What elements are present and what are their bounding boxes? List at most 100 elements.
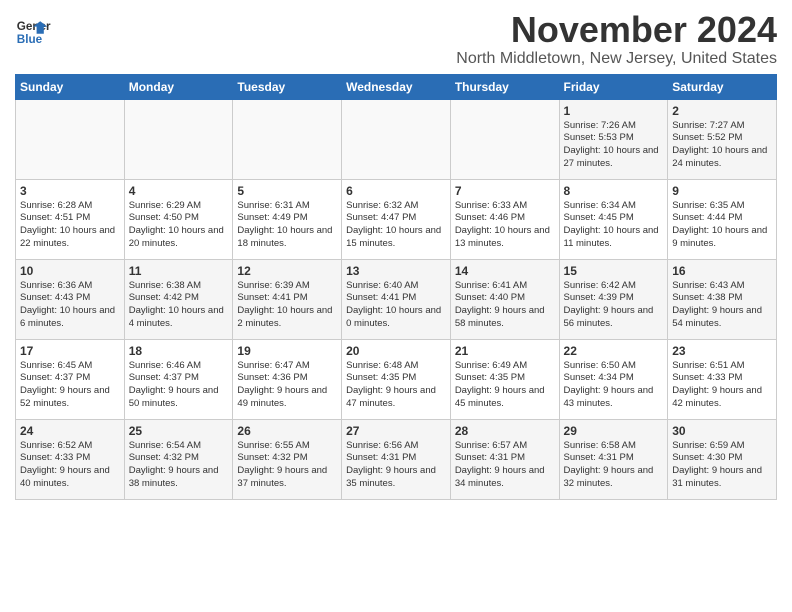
- calendar-cell: 13Sunrise: 6:40 AM Sunset: 4:41 PM Dayli…: [342, 259, 451, 339]
- day-number: 9: [672, 184, 772, 198]
- day-number: 21: [455, 344, 555, 358]
- calendar-week-row: 10 Sunrise: 6:36 AM Sunset: 4:43 PM Dayli…: [16, 259, 777, 339]
- weekday-header-row: SundayMondayTuesdayWednesdayThursdayFrid…: [16, 74, 777, 99]
- day-info: Sunrise: 6:41 AM Sunset: 4:40 PM Dayligh…: [455, 280, 555, 331]
- calendar-cell: 12 Sunrise: 6:39 AM Sunset: 4:41 PM Dayli…: [233, 259, 342, 339]
- calendar-week-row: 17 Sunrise: 6:45 AM Sunset: 4:37 PM Dayli…: [16, 339, 777, 419]
- day-number: 14: [455, 264, 555, 278]
- day-number: 10: [20, 264, 120, 278]
- weekday-header-sunday: Sunday: [16, 74, 125, 99]
- day-number: 12: [237, 264, 337, 278]
- day-info: Sunrise: 6:57 AM Sunset: 4:31 PM Dayligh…: [455, 440, 555, 491]
- day-info: Sunrise: 6:34 AM Sunset: 4:45 PM Dayligh…: [564, 200, 664, 251]
- day-number: 7: [455, 184, 555, 198]
- calendar-cell: 28 Sunrise: 6:57 AM Sunset: 4:31 PM Dayli…: [450, 419, 559, 499]
- day-number: 23: [672, 344, 772, 358]
- day-number: 15: [564, 264, 664, 278]
- calendar-cell: 7 Sunrise: 6:33 AM Sunset: 4:46 PM Daylig…: [450, 179, 559, 259]
- day-info: Sunrise: 6:59 AM Sunset: 4:30 PM Dayligh…: [672, 440, 772, 491]
- day-info: Sunrise: 6:39 AM Sunset: 4:41 PM Dayligh…: [237, 280, 337, 331]
- calendar-cell: 21 Sunrise: 6:49 AM Sunset: 4:35 PM Dayli…: [450, 339, 559, 419]
- header: General Blue November 2024 North Middlet…: [15, 10, 777, 68]
- calendar-cell: [124, 99, 233, 179]
- calendar-cell: 9 Sunrise: 6:35 AM Sunset: 4:44 PM Daylig…: [668, 179, 777, 259]
- day-number: 17: [20, 344, 120, 358]
- calendar-cell: [233, 99, 342, 179]
- day-info: Sunrise: 6:42 AM Sunset: 4:39 PM Dayligh…: [564, 280, 664, 331]
- day-info: Sunrise: 6:40 AM Sunset: 4:41 PM Dayligh…: [346, 280, 446, 331]
- calendar-cell: 15 Sunrise: 6:42 AM Sunset: 4:39 PM Dayli…: [559, 259, 668, 339]
- day-number: 24: [20, 424, 120, 438]
- svg-text:Blue: Blue: [17, 33, 43, 46]
- day-number: 4: [129, 184, 229, 198]
- day-info: Sunrise: 6:52 AM Sunset: 4:33 PM Dayligh…: [20, 440, 120, 491]
- day-number: 30: [672, 424, 772, 438]
- day-number: 20: [346, 344, 446, 358]
- day-info: Sunrise: 6:32 AM Sunset: 4:47 PM Dayligh…: [346, 200, 446, 251]
- title-area: November 2024 North Middletown, New Jers…: [456, 10, 777, 68]
- calendar-cell: 19Sunrise: 6:47 AM Sunset: 4:36 PM Dayli…: [233, 339, 342, 419]
- day-info: Sunrise: 6:29 AM Sunset: 4:50 PM Dayligh…: [129, 200, 229, 251]
- day-number: 28: [455, 424, 555, 438]
- weekday-header-saturday: Saturday: [668, 74, 777, 99]
- day-info: Sunrise: 6:58 AM Sunset: 4:31 PM Dayligh…: [564, 440, 664, 491]
- day-info: Sunrise: 6:51 AM Sunset: 4:33 PM Dayligh…: [672, 360, 772, 411]
- logo: General Blue: [15, 10, 51, 50]
- calendar-cell: 10 Sunrise: 6:36 AM Sunset: 4:43 PM Dayli…: [16, 259, 125, 339]
- day-info: Sunrise: 6:33 AM Sunset: 4:46 PM Dayligh…: [455, 200, 555, 251]
- day-info: Sunrise: 6:38 AM Sunset: 4:42 PM Dayligh…: [129, 280, 229, 331]
- day-info: Sunrise: 6:46 AM Sunset: 4:37 PM Dayligh…: [129, 360, 229, 411]
- day-number: 8: [564, 184, 664, 198]
- calendar-cell: 17 Sunrise: 6:45 AM Sunset: 4:37 PM Dayli…: [16, 339, 125, 419]
- day-info: Sunrise: 6:48 AM Sunset: 4:35 PM Dayligh…: [346, 360, 446, 411]
- day-info: Sunrise: 6:47 AM Sunset: 4:36 PM Dayligh…: [237, 360, 337, 411]
- calendar-cell: 18 Sunrise: 6:46 AM Sunset: 4:37 PM Dayli…: [124, 339, 233, 419]
- day-info: Sunrise: 6:50 AM Sunset: 4:34 PM Dayligh…: [564, 360, 664, 411]
- calendar-cell: 25Sunrise: 6:54 AM Sunset: 4:32 PM Dayli…: [124, 419, 233, 499]
- day-number: 2: [672, 104, 772, 118]
- calendar-cell: 8 Sunrise: 6:34 AM Sunset: 4:45 PM Daylig…: [559, 179, 668, 259]
- weekday-header-friday: Friday: [559, 74, 668, 99]
- logo-icon: General Blue: [15, 14, 51, 50]
- calendar-cell: 27 Sunrise: 6:56 AM Sunset: 4:31 PM Dayli…: [342, 419, 451, 499]
- day-number: 16: [672, 264, 772, 278]
- calendar-cell: 14 Sunrise: 6:41 AM Sunset: 4:40 PM Dayli…: [450, 259, 559, 339]
- day-info: Sunrise: 6:56 AM Sunset: 4:31 PM Dayligh…: [346, 440, 446, 491]
- calendar-cell: 22Sunrise: 6:50 AM Sunset: 4:34 PM Dayli…: [559, 339, 668, 419]
- calendar-week-row: 3 Sunrise: 6:28 AM Sunset: 4:51 PM Daylig…: [16, 179, 777, 259]
- calendar-cell: [342, 99, 451, 179]
- day-info: Sunrise: 6:55 AM Sunset: 4:32 PM Dayligh…: [237, 440, 337, 491]
- day-info: Sunrise: 6:49 AM Sunset: 4:35 PM Dayligh…: [455, 360, 555, 411]
- calendar-cell: 2 Sunrise: 7:27 AM Sunset: 5:52 PM Daylig…: [668, 99, 777, 179]
- day-info: Sunrise: 6:31 AM Sunset: 4:49 PM Dayligh…: [237, 200, 337, 251]
- day-info: Sunrise: 6:28 AM Sunset: 4:51 PM Dayligh…: [20, 200, 120, 251]
- day-number: 11: [129, 264, 229, 278]
- day-number: 18: [129, 344, 229, 358]
- calendar-week-row: 1Sunrise: 7:26 AM Sunset: 5:53 PM Daylig…: [16, 99, 777, 179]
- day-number: 3: [20, 184, 120, 198]
- day-info: Sunrise: 7:27 AM Sunset: 5:52 PM Dayligh…: [672, 120, 772, 171]
- day-info: Sunrise: 6:54 AM Sunset: 4:32 PM Dayligh…: [129, 440, 229, 491]
- day-number: 27: [346, 424, 446, 438]
- day-info: Sunrise: 6:45 AM Sunset: 4:37 PM Dayligh…: [20, 360, 120, 411]
- calendar-cell: 20 Sunrise: 6:48 AM Sunset: 4:35 PM Dayli…: [342, 339, 451, 419]
- day-info: Sunrise: 6:35 AM Sunset: 4:44 PM Dayligh…: [672, 200, 772, 251]
- day-info: Sunrise: 7:26 AM Sunset: 5:53 PM Dayligh…: [564, 120, 664, 171]
- day-info: Sunrise: 6:36 AM Sunset: 4:43 PM Dayligh…: [20, 280, 120, 331]
- weekday-header-thursday: Thursday: [450, 74, 559, 99]
- calendar-cell: 23 Sunrise: 6:51 AM Sunset: 4:33 PM Dayli…: [668, 339, 777, 419]
- day-number: 6: [346, 184, 446, 198]
- weekday-header-monday: Monday: [124, 74, 233, 99]
- day-number: 26: [237, 424, 337, 438]
- calendar-cell: [16, 99, 125, 179]
- weekday-header-wednesday: Wednesday: [342, 74, 451, 99]
- calendar-table: SundayMondayTuesdayWednesdayThursdayFrid…: [15, 74, 777, 500]
- calendar-cell: [450, 99, 559, 179]
- calendar-cell: 16 Sunrise: 6:43 AM Sunset: 4:38 PM Dayli…: [668, 259, 777, 339]
- calendar-cell: 29Sunrise: 6:58 AM Sunset: 4:31 PM Dayli…: [559, 419, 668, 499]
- svg-text:General: General: [17, 20, 51, 33]
- calendar-week-row: 24 Sunrise: 6:52 AM Sunset: 4:33 PM Dayli…: [16, 419, 777, 499]
- month-title: November 2024: [456, 10, 777, 50]
- day-info: Sunrise: 6:43 AM Sunset: 4:38 PM Dayligh…: [672, 280, 772, 331]
- calendar-cell: 11 Sunrise: 6:38 AM Sunset: 4:42 PM Dayli…: [124, 259, 233, 339]
